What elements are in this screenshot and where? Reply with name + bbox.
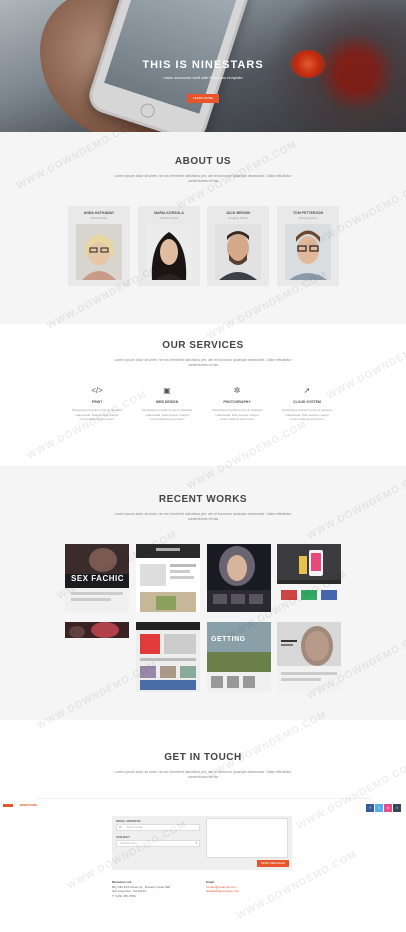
email-block: Email contact@example.com feedback@examp… — [206, 880, 239, 894]
service-title: CLOUD SYSTEM — [293, 400, 321, 404]
address-line: San Francisco, CA 94720 — [112, 889, 147, 893]
briefcase-icon: ▣ — [163, 386, 171, 395]
service-text: Scelerisque tincidunt enim in pharetra m… — [281, 408, 333, 421]
service-text: Scelerisque tincidunt enim in pharetra m… — [71, 408, 123, 421]
service-title: PRINT — [91, 400, 103, 404]
email-title: Email — [206, 880, 215, 884]
team-name: JACK BROWN — [225, 211, 251, 215]
tumblr-icon[interactable]: t — [393, 804, 401, 812]
brand-logo — [3, 804, 13, 807]
team-card[interactable]: MARIA KORSOLA Product Styler — [138, 206, 200, 286]
message-textarea[interactable] — [206, 818, 288, 858]
team-photo — [76, 224, 122, 280]
team-role: Creative Writer — [228, 216, 248, 220]
gear-icon: ✲ — [233, 386, 241, 395]
about-title: ABOUT US — [174, 156, 232, 167]
team-card[interactable]: JACK BROWN Creative Writer — [207, 206, 269, 286]
team-name: ANNA HATHAWAY — [83, 211, 115, 215]
work-thumb[interactable] — [277, 622, 341, 692]
send-message-button[interactable]: SEND MESSAGE — [257, 860, 289, 867]
email-link[interactable]: feedback@example.com — [206, 889, 239, 893]
team-photo — [215, 224, 261, 280]
envelope-icon: ✉ — [119, 825, 122, 829]
contact-title: GET IN TOUCH — [164, 752, 242, 763]
services-desc: Lorem ipsum dolor sit amet, ne nec hendr… — [114, 358, 292, 367]
work-thumb[interactable] — [65, 622, 129, 638]
works-title: RECENT WORKS — [158, 494, 248, 505]
team-card[interactable]: ANNA HATHAWAY Photo Editor — [68, 206, 130, 286]
service-item: ▣ WEB DESIGN Scelerisque tincidunt enim … — [141, 386, 193, 422]
brand-name[interactable]: NINESTARS — [20, 803, 37, 807]
chevron-down-icon: ▾ — [195, 841, 197, 845]
about-section: ABOUT US Lorem ipsum dolor sit amet, ne … — [0, 132, 406, 324]
team-role: Photographer — [298, 216, 318, 220]
address-title: Ninestars Ltd. — [112, 880, 133, 884]
service-title: PHOTOGRAPHY — [223, 400, 251, 404]
team-role: Photo Editor — [90, 216, 108, 220]
work-label: SEX FACHIC — [71, 574, 125, 583]
work-thumb[interactable] — [136, 622, 200, 692]
team-name: MARIA KORSOLA — [154, 211, 184, 215]
work-thumb[interactable] — [136, 544, 200, 612]
team-name: TOM PETTERSON — [292, 211, 324, 215]
services-section: OUR SERVICES Lorem ipsum dolor sit amet,… — [0, 324, 406, 466]
service-title: WEB DESIGN — [155, 400, 179, 404]
email-field[interactable]: ✉ Enter email — [116, 824, 200, 831]
dribbble-icon[interactable]: d — [384, 804, 392, 812]
subject-value: Choose One — [120, 841, 137, 845]
team-photo — [285, 224, 331, 280]
email-label: EMAIL ADDRESS — [116, 819, 141, 823]
work-thumb[interactable] — [207, 544, 271, 612]
hero-banner: THIS IS NINESTARS make awesome stuff wit… — [0, 0, 406, 132]
services-title: OUR SERVICES — [162, 340, 244, 351]
email-placeholder: Enter email — [127, 825, 143, 829]
service-item: ✲ PHOTOGRAPHY Scelerisque tincidunt enim… — [211, 386, 263, 422]
contact-section: GET IN TOUCH Lorem ipsum dolor sit amet,… — [0, 720, 406, 932]
service-text: Scelerisque tincidunt enim in pharetra m… — [211, 408, 263, 421]
hero-subtitle: make awesome stuff with Ninestars templa… — [163, 75, 243, 80]
works-desc: Lorem ipsum dolor sit amet, ne nec hendr… — [114, 512, 292, 521]
work-thumb[interactable]: GETTING — [207, 622, 271, 692]
work-label: GETTING — [211, 636, 246, 643]
address-line: T: (123) 456-7890 — [112, 893, 136, 898]
team-card[interactable]: TOM PETTERSON Photographer — [277, 206, 339, 286]
learn-more-button[interactable]: LEARN MORE — [187, 94, 219, 103]
address-line: Big Villa 334 Ocean str., Brooklyn Suite… — [112, 884, 170, 889]
team-role: Product Styler — [159, 216, 179, 220]
service-item: </> PRINT Scelerisque tincidunt enim in … — [71, 386, 123, 422]
work-thumb[interactable] — [277, 544, 341, 612]
address-block: Ninestars Ltd. Big Villa 334 Ocean str.,… — [112, 880, 170, 898]
service-item: ➚ CLOUD SYSTEM Scelerisque tincidunt eni… — [281, 386, 333, 422]
team-photo — [146, 224, 192, 280]
email-link[interactable]: contact@example.com — [206, 885, 237, 889]
subject-label: SUBJECT — [116, 835, 131, 839]
code-icon: </> — [91, 386, 103, 395]
contact-desc: Lorem ipsum dolor sit amet, ne nec hendr… — [114, 770, 292, 779]
service-text: Scelerisque tincidunt enim in pharetra m… — [141, 408, 193, 421]
twitter-icon[interactable]: t — [375, 804, 383, 812]
facebook-icon[interactable]: f — [366, 804, 374, 812]
work-thumb[interactable]: SEX FACHIC — [65, 544, 129, 612]
hero-title: THIS IS NINESTARS — [142, 59, 264, 71]
works-section: RECENT WORKS Lorem ipsum dolor sit amet,… — [0, 466, 406, 720]
subject-select[interactable]: Choose One ▾ — [116, 840, 200, 847]
about-desc: Lorem ipsum dolor sit amet, ne nec hendr… — [114, 174, 292, 183]
divider — [36, 798, 372, 799]
rocket-icon: ➚ — [303, 386, 311, 395]
